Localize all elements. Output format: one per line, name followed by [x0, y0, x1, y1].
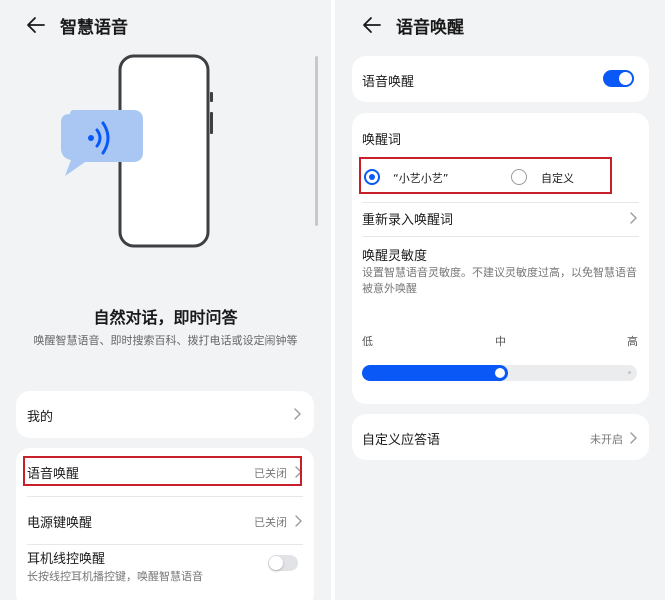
earphone-wake-sublabel: 长按线控耳机播控键，唤醒智慧语音 — [27, 570, 203, 583]
voice-wake-highlight — [23, 456, 302, 486]
top-bar: 语音唤醒 — [335, 0, 665, 50]
slider-fill — [362, 365, 508, 381]
sensitivity-slider[interactable] — [362, 365, 637, 381]
voice-wake-label: 语音唤醒 — [362, 75, 415, 90]
mine-label: 我的 — [27, 410, 54, 425]
sensitivity-title: 唤醒灵敏度 — [362, 249, 428, 264]
earphone-wake-label: 耳机线控唤醒 — [27, 552, 106, 567]
power-key-wake-label: 电源键唤醒 — [27, 516, 93, 531]
chevron-right-icon — [295, 515, 302, 527]
page-title: 语音唤醒 — [396, 18, 464, 38]
voice-wake-toggle[interactable] — [603, 70, 634, 87]
chevron-right-icon — [294, 408, 301, 420]
slider-end-dot — [628, 371, 631, 374]
rerecord-wake-word-row[interactable]: 重新录入唤醒词 — [352, 202, 649, 236]
chevron-right-icon — [630, 212, 637, 224]
back-arrow-icon[interactable] — [24, 13, 48, 37]
custom-reply-card[interactable]: 自定义应答语 未开启 — [352, 414, 649, 460]
phone-voice-illustration — [61, 54, 213, 248]
sensitivity-level-mid: 中 — [495, 335, 506, 348]
power-key-wake-status: 已关闭 — [254, 516, 287, 529]
toggle-knob — [619, 72, 632, 85]
description: 唤醒智慧语音、即时搜索百科、拨打电话或设定闹钟等 — [33, 334, 298, 347]
page-title: 智慧语音 — [60, 18, 128, 38]
chevron-right-icon — [630, 432, 637, 444]
divider — [362, 236, 639, 237]
toggle-knob — [269, 556, 283, 570]
wake-word-highlight — [359, 157, 612, 194]
back-arrow-icon[interactable] — [360, 13, 384, 37]
mine-card[interactable]: 我的 — [16, 391, 314, 438]
top-bar: 智慧语音 — [0, 0, 331, 50]
custom-reply-label: 自定义应答语 — [362, 433, 441, 448]
voice-wake-toggle-card: 语音唤醒 — [352, 56, 649, 102]
sensitivity-level-low: 低 — [362, 335, 373, 348]
smart-voice-screen: 智慧语音 自然对话，即时问答 唤醒智慧语音、即时搜索百科、拨打电话或设定闹钟等 … — [0, 0, 331, 600]
headline: 自然对话，即时问答 — [93, 308, 238, 327]
custom-reply-status: 未开启 — [590, 433, 623, 446]
wake-word-header: 唤醒词 — [362, 133, 402, 148]
rerecord-label: 重新录入唤醒词 — [362, 213, 454, 228]
power-key-wake-row[interactable]: 电源键唤醒 已关闭 — [16, 496, 314, 544]
sensitivity-level-high: 高 — [627, 335, 638, 348]
sensitivity-description: 设置智慧语音灵敏度。不建议灵敏度过高，以免智慧语音被意外唤醒 — [362, 266, 637, 295]
slider-thumb[interactable] — [495, 368, 505, 378]
earphone-wake-toggle[interactable] — [268, 555, 298, 571]
scrollbar[interactable] — [315, 56, 318, 226]
earphone-wake-row: 耳机线控唤醒 长按线控耳机播控键，唤醒智慧语音 — [16, 544, 314, 594]
